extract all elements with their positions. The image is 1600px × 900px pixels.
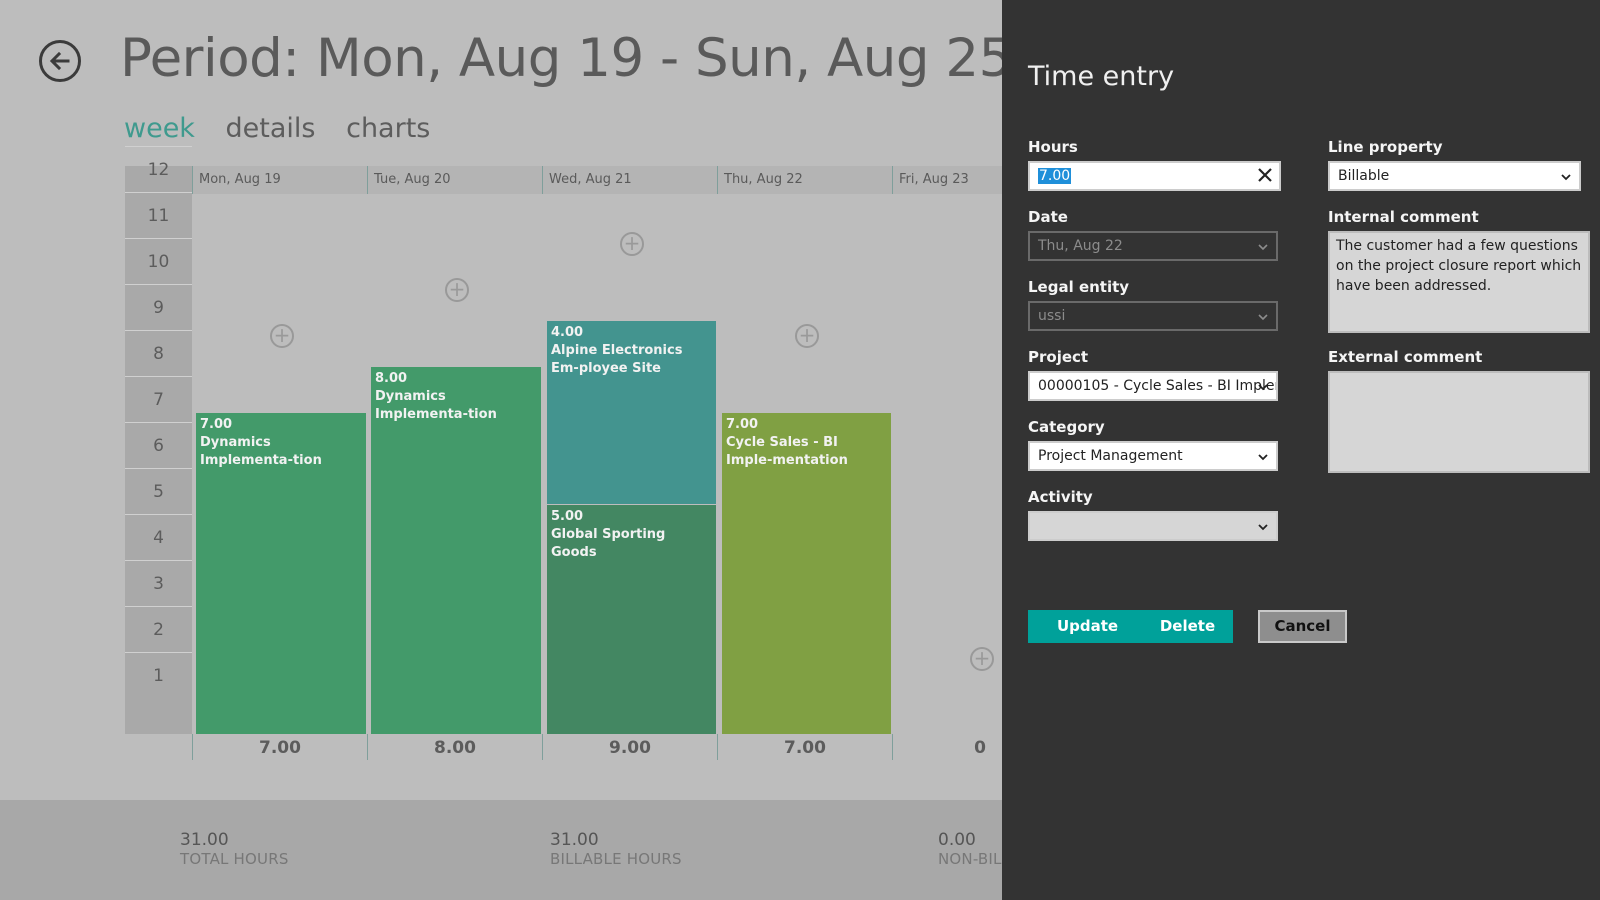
hour-label: 5: [125, 468, 192, 514]
add-entry-icon[interactable]: +: [620, 232, 644, 256]
category-value: Project Management: [1038, 448, 1183, 464]
entry-hours: 7.00: [726, 417, 759, 432]
hour-axis: 12 11 10 9 8 7 6 5 4 3 2 1: [125, 146, 192, 734]
daily-total: 8.00: [367, 734, 542, 760]
tab-charts[interactable]: charts: [346, 113, 430, 144]
internal-comment-textarea[interactable]: The customer had a few questions on the …: [1328, 231, 1590, 333]
hour-label: 6: [125, 422, 192, 468]
chevron-down-icon: [1258, 454, 1268, 461]
hour-label: 2: [125, 606, 192, 652]
day-header: Wed, Aug 21: [542, 166, 717, 194]
hour-label: 7: [125, 376, 192, 422]
category-select[interactable]: Project Management: [1028, 441, 1278, 471]
daily-totals-row: 7.00 8.00 9.00 7.00 0: [192, 734, 1002, 760]
entry-hours: 5.00: [551, 509, 584, 524]
clear-icon[interactable]: [1257, 167, 1273, 183]
hour-label: 11: [125, 192, 192, 238]
panel-title: Time entry: [1028, 61, 1175, 92]
delete-button[interactable]: Delete: [1142, 610, 1233, 643]
cancel-button[interactable]: Cancel: [1258, 610, 1347, 643]
time-entry-block[interactable]: 8.00 Dynamics Implementa-tion: [371, 367, 541, 734]
hours-input[interactable]: 7.00: [1028, 161, 1281, 191]
chevron-down-icon: [1258, 384, 1268, 391]
date-value: Thu, Aug 22: [1038, 238, 1123, 254]
back-button[interactable]: [39, 40, 81, 82]
entry-title: Dynamics Implementa-tion: [200, 435, 322, 468]
day-header: Thu, Aug 22: [717, 166, 892, 194]
time-entry-block[interactable]: 7.00 Cycle Sales - BI Imple-mentation: [722, 413, 891, 734]
time-entry-block[interactable]: 7.00 Dynamics Implementa-tion: [196, 413, 366, 734]
add-entry-icon[interactable]: +: [445, 278, 469, 302]
hour-label: 10: [125, 238, 192, 284]
entry-title: Dynamics Implementa-tion: [375, 389, 497, 422]
day-header: Tue, Aug 20: [367, 166, 542, 194]
main-area: Period: Mon, Aug 19 - Sun, Aug 25 week d…: [0, 0, 1002, 900]
summary-label: TOTAL HOURS: [180, 850, 289, 868]
summary-value: 31.00: [180, 830, 229, 850]
daily-total: 7.00: [717, 734, 892, 760]
entry-hours: 4.00: [551, 325, 584, 340]
line-property-label: Line property: [1328, 138, 1443, 156]
legal-entity-value: ussi: [1038, 308, 1066, 324]
project-select[interactable]: 00000105 - Cycle Sales - BI Implementati…: [1028, 371, 1278, 401]
summary-non-billable-hours: 0.00 NON-BILLABLE HOURS: [938, 830, 1002, 868]
legal-entity-label: Legal entity: [1028, 278, 1130, 296]
line-property-select[interactable]: Billable: [1328, 161, 1581, 191]
hour-label: 4: [125, 514, 192, 560]
internal-comment-label: Internal comment: [1328, 208, 1479, 226]
entry-title: Cycle Sales - BI Imple-mentation: [726, 435, 848, 468]
project-label: Project: [1028, 348, 1089, 366]
legal-entity-select[interactable]: ussi: [1028, 301, 1278, 331]
hours-label: Hours: [1028, 138, 1078, 156]
summary-label: NON-BILLABLE HOURS: [938, 850, 1002, 868]
page-title: Period: Mon, Aug 19 - Sun, Aug 25: [120, 28, 1002, 89]
entry-title: Global Sporting Goods: [551, 527, 666, 560]
view-tabs: week details charts: [124, 113, 452, 144]
tab-details[interactable]: details: [226, 113, 316, 144]
chevron-down-icon: [1258, 314, 1268, 321]
update-button[interactable]: Update: [1028, 610, 1147, 643]
daily-total: 9.00: [542, 734, 717, 760]
external-comment-textarea[interactable]: [1328, 371, 1590, 473]
chevron-down-icon: [1258, 244, 1268, 251]
add-entry-icon[interactable]: +: [270, 324, 294, 348]
hour-label: 9: [125, 284, 192, 330]
hour-label: 1: [125, 652, 192, 698]
chevron-down-icon: [1561, 174, 1571, 181]
time-entry-panel: Time entry Hours 7.00 Date Thu, Aug 22 L…: [1002, 0, 1600, 900]
summary-billable-hours: 31.00 BILLABLE HOURS: [550, 830, 682, 868]
category-label: Category: [1028, 418, 1105, 436]
date-select[interactable]: Thu, Aug 22: [1028, 231, 1278, 261]
summary-value: 0.00: [938, 830, 976, 850]
entry-hours: 8.00: [375, 371, 408, 386]
chevron-down-icon: [1258, 524, 1268, 531]
back-arrow-icon: [49, 51, 70, 71]
hours-value: 7.00: [1038, 168, 1072, 184]
day-header-row: Mon, Aug 19 Tue, Aug 20 Wed, Aug 21 Thu,…: [192, 166, 1002, 194]
activity-select[interactable]: [1028, 511, 1278, 541]
hour-label: 3: [125, 560, 192, 606]
activity-label: Activity: [1028, 488, 1093, 506]
entry-hours: 7.00: [200, 417, 233, 432]
project-value: 00000105 - Cycle Sales - BI Implementati…: [1038, 378, 1276, 394]
line-property-value: Billable: [1338, 168, 1390, 184]
external-comment-label: External comment: [1328, 348, 1483, 366]
summary-label: BILLABLE HOURS: [550, 850, 682, 868]
date-label: Date: [1028, 208, 1068, 226]
daily-total: 0: [892, 734, 1002, 760]
add-entry-icon[interactable]: +: [970, 647, 994, 671]
entry-title: Alpine Electronics Em-ployee Site: [551, 343, 683, 376]
time-entry-block[interactable]: 5.00 Global Sporting Goods: [547, 505, 716, 734]
add-entry-icon[interactable]: +: [795, 324, 819, 348]
tab-week[interactable]: week: [124, 113, 195, 144]
hour-label: 12: [125, 146, 192, 192]
time-entry-block[interactable]: 4.00 Alpine Electronics Em-ployee Site: [547, 321, 716, 504]
daily-total: 7.00: [192, 734, 367, 760]
hour-label: 8: [125, 330, 192, 376]
summary-bar: 31.00 TOTAL HOURS 31.00 BILLABLE HOURS 0…: [0, 800, 1002, 900]
day-header: Mon, Aug 19: [192, 166, 367, 194]
summary-total-hours: 31.00 TOTAL HOURS: [180, 830, 289, 868]
day-header: Fri, Aug 23: [892, 166, 1002, 194]
summary-value: 31.00: [550, 830, 599, 850]
